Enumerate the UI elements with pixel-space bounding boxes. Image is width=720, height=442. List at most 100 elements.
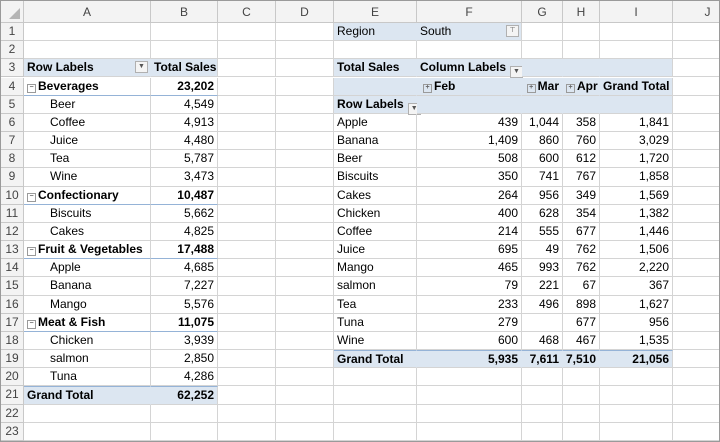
- pivot2-row-label[interactable]: Apple: [334, 113, 417, 132]
- pivot2-grand-total-header[interactable]: Grand Total: [600, 77, 673, 96]
- cell-G3[interactable]: [522, 59, 563, 78]
- column-header-B[interactable]: B: [151, 1, 218, 23]
- cell-C22[interactable]: [218, 404, 276, 423]
- pivot2-value[interactable]: 600: [417, 331, 522, 351]
- cell-I2[interactable]: [600, 41, 673, 60]
- pivot1-item-label[interactable]: Chicken: [24, 331, 151, 351]
- pivot2-value[interactable]: 3,029: [600, 132, 673, 151]
- row-header-5[interactable]: 5: [1, 95, 24, 114]
- cell-C20[interactable]: [218, 368, 276, 387]
- pivot2-value[interactable]: 264: [417, 186, 522, 205]
- column-header-E[interactable]: E: [334, 1, 417, 23]
- pivot2-grand-total-label[interactable]: Grand Total: [334, 350, 417, 369]
- expand-icon[interactable]: +: [526, 83, 536, 93]
- row-header-4[interactable]: 4: [1, 77, 24, 96]
- cell-C16[interactable]: [218, 295, 276, 314]
- cell-D11[interactable]: [276, 204, 334, 223]
- pivot1-item-value[interactable]: 4,825: [151, 222, 218, 242]
- cell-D18[interactable]: [276, 331, 334, 351]
- cell-D8[interactable]: [276, 150, 334, 169]
- pivot2-value[interactable]: 508: [417, 150, 522, 169]
- pivot2-value[interactable]: 695: [417, 241, 522, 260]
- cell-H2[interactable]: [563, 41, 600, 60]
- row-header-20[interactable]: 20: [1, 368, 24, 387]
- pivot2-grand-total-value[interactable]: 7,611: [522, 350, 563, 369]
- pivot2-row-label[interactable]: Coffee: [334, 222, 417, 242]
- row-header-21[interactable]: 21: [1, 386, 24, 405]
- cell-C11[interactable]: [218, 204, 276, 223]
- pivot2-row-label[interactable]: Biscuits: [334, 168, 417, 187]
- pivot2-row-label[interactable]: Juice: [334, 241, 417, 260]
- pivot1-item-value[interactable]: 3,473: [151, 168, 218, 187]
- cell-H21[interactable]: [563, 386, 600, 405]
- cell-D5[interactable]: [276, 95, 334, 114]
- cell-C17[interactable]: [218, 313, 276, 332]
- pivot2-value[interactable]: 1,044: [522, 113, 563, 132]
- pivot2-value[interactable]: 600: [522, 150, 563, 169]
- row-header-11[interactable]: 11: [1, 204, 24, 223]
- column-header-G[interactable]: G: [522, 1, 563, 23]
- cell-J8[interactable]: [673, 150, 719, 169]
- cell-D2[interactable]: [276, 41, 334, 60]
- pivot1-group-total[interactable]: 23,202: [151, 77, 218, 96]
- cell-J17[interactable]: [673, 314, 719, 332]
- pivot1-item-label[interactable]: Banana: [24, 277, 151, 296]
- cell-C7[interactable]: [218, 132, 276, 151]
- pivot2-value[interactable]: 221: [522, 277, 563, 296]
- cell-J13[interactable]: [673, 241, 719, 260]
- pivot1-item-value[interactable]: 4,549: [151, 95, 218, 114]
- cell-G21[interactable]: [522, 386, 563, 405]
- cell-J21[interactable]: [673, 386, 719, 405]
- cell-J20[interactable]: [673, 368, 719, 387]
- row-header-2[interactable]: 2: [1, 41, 24, 60]
- row-labels-filter-dropdown-icon[interactable]: ▼: [135, 61, 148, 74]
- column-header-J[interactable]: J: [673, 1, 719, 23]
- column-header-C[interactable]: C: [218, 1, 276, 23]
- pivot1-item-label[interactable]: Apple: [24, 259, 151, 278]
- cell-C12[interactable]: [218, 222, 276, 242]
- column-header-D[interactable]: D: [276, 1, 334, 23]
- pivot2-value[interactable]: 612: [563, 150, 600, 169]
- pivot2-value[interactable]: 1,506: [600, 241, 673, 260]
- cell-B22[interactable]: [151, 404, 218, 423]
- cell-D19[interactable]: [276, 350, 334, 369]
- cell-C1[interactable]: [218, 23, 276, 42]
- column-header-H[interactable]: H: [563, 1, 600, 23]
- pivot2-value[interactable]: 439: [417, 113, 522, 132]
- row-header-19[interactable]: 19: [1, 350, 24, 369]
- cell-I23[interactable]: [600, 422, 673, 441]
- pivot1-grand-total-value[interactable]: 62,252: [151, 386, 218, 405]
- collapse-icon[interactable]: −: [27, 247, 36, 257]
- pivot2-column-labels-header[interactable]: Column Labels ▼: [417, 59, 524, 79]
- cell-F23[interactable]: [417, 422, 522, 441]
- cell-I21[interactable]: [600, 386, 673, 405]
- cell-C10[interactable]: [218, 186, 276, 205]
- pivot2-month-header-mar[interactable]: + Mar: [522, 77, 563, 96]
- cell-I1[interactable]: [600, 23, 673, 42]
- pivot1-item-label[interactable]: Cakes: [24, 222, 151, 242]
- pivot2-row-label[interactable]: Wine: [334, 331, 417, 351]
- pivot2-value[interactable]: 1,535: [600, 331, 673, 351]
- cell-G20[interactable]: [522, 368, 563, 387]
- pivot1-item-value[interactable]: 5,787: [151, 150, 218, 169]
- cell-J19[interactable]: [673, 350, 719, 369]
- row-header-8[interactable]: 8: [1, 150, 24, 169]
- cell-C8[interactable]: [218, 150, 276, 169]
- pivot2-value[interactable]: 465: [417, 259, 522, 278]
- cell-J5[interactable]: [673, 96, 719, 114]
- cell-H1[interactable]: [563, 23, 600, 42]
- pivot2-value[interactable]: 956: [522, 186, 563, 205]
- pivot2-value[interactable]: 2,220: [600, 259, 673, 278]
- cell-F5[interactable]: [417, 95, 522, 114]
- column-header-F[interactable]: F: [417, 1, 522, 23]
- cell-B23[interactable]: [151, 422, 218, 441]
- pivot1-item-value[interactable]: 4,913: [151, 113, 218, 132]
- pivot1-group-label[interactable]: − Beverages: [24, 77, 151, 96]
- pivot2-value[interactable]: 762: [563, 259, 600, 278]
- cell-J14[interactable]: [673, 259, 719, 278]
- pivot2-row-label[interactable]: Chicken: [334, 204, 417, 223]
- row-header-15[interactable]: 15: [1, 277, 24, 296]
- pivot2-value-label[interactable]: Total Sales: [334, 59, 417, 78]
- collapse-icon[interactable]: −: [27, 192, 36, 202]
- cell-G2[interactable]: [522, 41, 563, 60]
